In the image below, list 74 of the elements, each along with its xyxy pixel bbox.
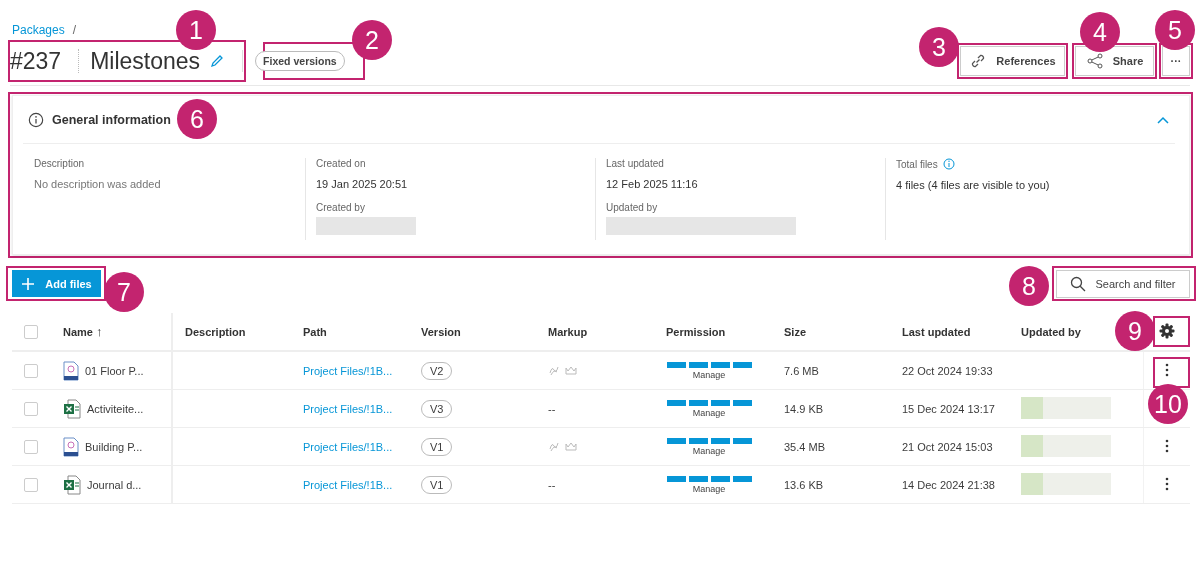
checkbox[interactable] xyxy=(24,439,38,454)
more-icon[interactable] xyxy=(1164,362,1169,377)
column-header[interactable]: Updated by xyxy=(1021,325,1081,338)
breadcrumb-separator: / xyxy=(72,23,77,37)
column-header[interactable]: Permission xyxy=(666,325,726,338)
field-label: Last updated xyxy=(606,158,664,169)
updated-date: 14 Dec 2024 21:38 xyxy=(902,478,995,491)
permission-label: Manage xyxy=(692,369,726,380)
search-and-filter-button[interactable]: Search and filter xyxy=(1056,270,1190,298)
file-size: 7.6 MB xyxy=(784,364,819,377)
chevron-icon[interactable] xyxy=(1157,115,1169,124)
markup-text: -- xyxy=(548,478,556,491)
more-icon[interactable] xyxy=(1164,476,1169,491)
spreadsheet-file-icon xyxy=(63,398,81,419)
info-icon xyxy=(28,111,44,128)
file-name[interactable]: Journal d... xyxy=(87,478,142,491)
checkbox[interactable] xyxy=(24,363,38,378)
callout-number: 10 xyxy=(1148,384,1188,424)
share-icon xyxy=(1085,52,1104,70)
field-label: Description xyxy=(34,158,85,169)
updated-date: 15 Dec 2024 13:17 xyxy=(902,402,995,415)
references-button[interactable]: References xyxy=(960,46,1065,76)
file-name[interactable]: Building P... xyxy=(85,440,143,453)
field-value: 4 files (4 files are visible to you) xyxy=(896,179,1050,191)
file-size: 14.9 KB xyxy=(784,402,824,415)
spreadsheet-file-icon xyxy=(63,474,81,495)
package-title: Milestones xyxy=(90,47,201,75)
callout-number: 3 xyxy=(919,27,959,67)
card-title: General information xyxy=(52,112,171,127)
field-value: 19 Jan 2025 20:51 xyxy=(316,178,408,190)
search-icon xyxy=(1070,276,1087,292)
callout-number: 7 xyxy=(104,272,144,312)
package-number: #237 xyxy=(10,47,62,75)
file-size: 13.6 KB xyxy=(784,478,824,491)
callout-number: 1 xyxy=(176,10,216,50)
field-label: Total files xyxy=(896,158,938,170)
callout-number: 5 xyxy=(1155,10,1195,50)
model-file-icon xyxy=(63,436,79,457)
checkbox[interactable] xyxy=(24,324,38,339)
updated-date: 21 Oct 2024 15:03 xyxy=(902,440,993,453)
settings-icon[interactable] xyxy=(1158,322,1175,339)
permission-label: Manage xyxy=(692,483,726,494)
column-header[interactable]: Description xyxy=(185,325,246,338)
share-button[interactable]: Share xyxy=(1075,46,1154,76)
fixed-versions-badge: Fixed versions xyxy=(255,51,345,71)
column-header[interactable]: Size xyxy=(784,325,806,338)
callout-number: 4 xyxy=(1080,12,1120,52)
column-header[interactable]: Version xyxy=(421,325,461,338)
checkbox[interactable] xyxy=(24,477,38,492)
model-file-icon xyxy=(63,360,79,381)
markup-text: -- xyxy=(548,402,556,415)
checkbox[interactable] xyxy=(24,401,38,416)
plus-icon xyxy=(21,276,36,291)
callout-number: 2 xyxy=(352,20,392,60)
callout-number: 9 xyxy=(1115,311,1155,351)
field-value: 12 Feb 2025 11:16 xyxy=(606,178,698,190)
column-header[interactable]: Last updated xyxy=(902,325,971,338)
updated-date: 22 Oct 2024 19:33 xyxy=(902,364,993,377)
field-label: Updated by xyxy=(606,202,658,213)
field-label: Created on xyxy=(316,158,366,169)
column-header[interactable]: Markup xyxy=(548,325,588,338)
column-header[interactable]: Name xyxy=(63,326,93,338)
column-header[interactable]: Path xyxy=(303,325,327,338)
sort-arrow[interactable]: ↑ xyxy=(96,324,103,339)
permission-label: Manage xyxy=(692,445,726,456)
field-label: Created by xyxy=(316,202,365,213)
file-size: 35.4 MB xyxy=(784,440,825,453)
permission-label: Manage xyxy=(692,407,726,418)
file-name[interactable]: Activiteite... xyxy=(87,402,144,415)
more-button[interactable]: ··· xyxy=(1162,46,1190,76)
pencil-icon[interactable] xyxy=(210,54,225,68)
callout-number: 8 xyxy=(1009,266,1049,306)
file-name[interactable]: 01 Floor P... xyxy=(85,364,144,377)
more-icon[interactable] xyxy=(1164,438,1169,453)
